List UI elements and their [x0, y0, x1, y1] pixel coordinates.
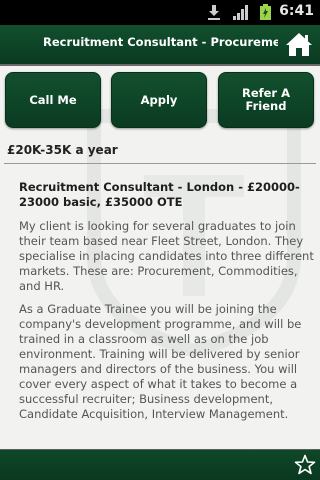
status-bar: 6:41	[0, 0, 320, 25]
page-title: Recruitment Consultant - Procurement	[43, 35, 278, 49]
job-description-paragraph-2: As a Graduate Trainee you will be joinin…	[19, 302, 302, 421]
signal-icon	[233, 5, 248, 20]
job-description-paragraph-1: My client is looking for several graduat…	[19, 219, 314, 293]
bottom-bar	[0, 449, 320, 480]
call-me-button[interactable]: Call Me	[5, 72, 101, 128]
job-heading: Recruitment Consultant - London - £20000…	[19, 180, 300, 209]
salary-text: £20K-35K a year	[7, 143, 118, 157]
status-time: 6:41	[279, 3, 314, 19]
apply-button[interactable]: Apply	[111, 72, 207, 128]
refer-a-friend-button[interactable]: Refer A Friend	[218, 72, 314, 128]
home-icon[interactable]	[285, 30, 313, 58]
download-icon	[208, 5, 220, 20]
title-bar: Recruitment Consultant - Procurement	[0, 25, 320, 66]
refer-a-friend-label: Refer A Friend	[241, 86, 291, 113]
star-icon[interactable]	[294, 454, 316, 476]
action-buttons: Call Me Apply Refer A Friend	[0, 72, 320, 128]
content-area[interactable]: Call Me Apply Refer A Friend £20K-35K a …	[0, 66, 320, 449]
divider	[4, 163, 316, 164]
battery-icon	[260, 4, 271, 20]
